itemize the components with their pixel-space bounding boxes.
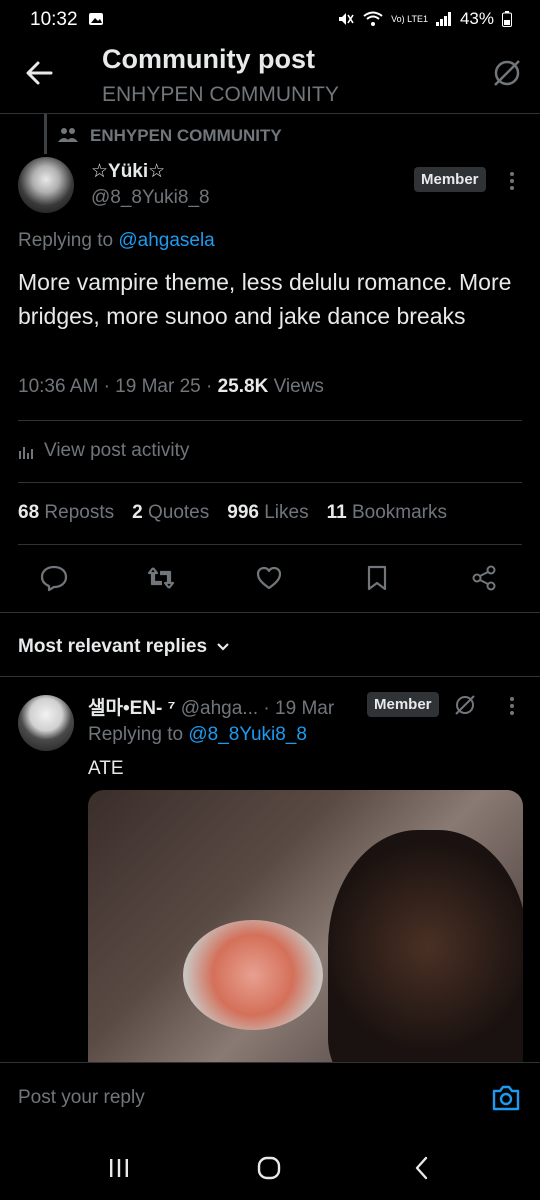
post-text: More vampire theme, less delulu romance.… bbox=[18, 269, 512, 329]
likes-stat[interactable]: 996 Likes bbox=[227, 502, 308, 524]
home-icon[interactable] bbox=[256, 1155, 282, 1181]
media-figure-shape bbox=[328, 830, 523, 1080]
bookmark-icon[interactable] bbox=[364, 564, 390, 592]
quotes-stat[interactable]: 2 Quotes bbox=[132, 502, 209, 524]
reposts-stat[interactable]: 68 Reposts bbox=[18, 502, 114, 524]
signal-icon bbox=[435, 12, 452, 26]
post-stats: 68 Reposts 2 Quotes 996 Likes 11 Bookmar… bbox=[18, 502, 447, 524]
views-count: 25.8K bbox=[217, 376, 269, 397]
mute-icon bbox=[337, 10, 355, 28]
member-badge: Member bbox=[414, 167, 486, 192]
bookmarks-label: Bookmarks bbox=[351, 502, 447, 523]
reply-community-globe-icon bbox=[452, 692, 478, 718]
author-name[interactable]: ☆Yüki☆ bbox=[91, 160, 165, 183]
likes-label: Likes bbox=[264, 502, 309, 523]
share-icon[interactable] bbox=[470, 564, 498, 592]
community-globe-icon[interactable] bbox=[490, 56, 524, 90]
wifi-icon bbox=[363, 11, 383, 27]
reply-author-avatar[interactable] bbox=[18, 695, 74, 751]
view-activity-link[interactable]: View post activity bbox=[18, 440, 189, 462]
quotes-count: 2 bbox=[132, 502, 143, 523]
back-nav-icon[interactable] bbox=[410, 1155, 434, 1181]
status-bar: 10:32 Vo) LTE1 43% bbox=[0, 0, 540, 40]
meta-divider bbox=[18, 420, 522, 421]
author-avatar[interactable] bbox=[18, 157, 74, 213]
bookmarks-count: 11 bbox=[326, 502, 347, 523]
sort-divider bbox=[0, 676, 540, 677]
reply-member-badge: Member bbox=[367, 692, 439, 717]
system-nav-bar bbox=[0, 1136, 540, 1200]
replying-prefix: Replying to bbox=[18, 230, 119, 251]
reply-header: 샐마•EN- ⁷ @ahga... · 19 Mar bbox=[88, 693, 334, 720]
gallery-icon bbox=[88, 11, 104, 27]
bookmarks-stat[interactable]: 11 Bookmarks bbox=[327, 502, 447, 524]
views-label: Views bbox=[273, 376, 324, 397]
repost-icon[interactable] bbox=[146, 564, 176, 592]
camera-icon[interactable] bbox=[490, 1083, 522, 1113]
page-subtitle: ENHYPEN COMMUNITY bbox=[102, 83, 339, 106]
network-type: Vo) LTE1 bbox=[391, 13, 428, 24]
thread-line bbox=[44, 114, 47, 154]
author-handle[interactable]: @8_8Yuki8_8 bbox=[91, 187, 210, 209]
reposts-label: Reposts bbox=[44, 502, 115, 523]
reply-input[interactable]: Post your reply bbox=[18, 1087, 145, 1109]
battery-percent: 43% bbox=[459, 9, 494, 28]
reply-media-image[interactable] bbox=[88, 790, 523, 1080]
reply-author-name[interactable]: 샐마•EN- ⁷ bbox=[88, 698, 175, 719]
reply-compose-bar: Post your reply bbox=[0, 1062, 540, 1137]
reply-author-handle[interactable]: @ahga... bbox=[181, 698, 258, 719]
reply-icon[interactable] bbox=[40, 564, 68, 592]
view-activity-label: View post activity bbox=[44, 440, 190, 461]
replies-sort-label: Most relevant replies bbox=[18, 636, 208, 657]
analytics-icon bbox=[18, 443, 36, 459]
replying-to: Replying to @ahgasela bbox=[18, 230, 215, 252]
actions-divider bbox=[0, 612, 540, 613]
recent-apps-icon[interactable] bbox=[107, 1156, 131, 1180]
reply-replying-to: Replying to @8_8Yuki8_8 bbox=[88, 724, 307, 746]
post-date: 19 Mar 25 bbox=[115, 376, 201, 397]
battery-icon bbox=[502, 11, 512, 27]
reply-replying-to-link[interactable]: @8_8Yuki8_8 bbox=[188, 724, 307, 745]
stats-divider bbox=[18, 544, 522, 545]
reply-replying-prefix: Replying to bbox=[88, 724, 189, 745]
media-hand-shape bbox=[183, 920, 323, 1030]
quotes-label: Quotes bbox=[147, 502, 210, 523]
reply-more-options-icon[interactable] bbox=[505, 695, 519, 717]
replies-sort-dropdown[interactable]: Most relevant replies bbox=[18, 636, 231, 658]
likes-count: 996 bbox=[227, 502, 259, 523]
header-divider bbox=[0, 113, 540, 114]
like-icon[interactable] bbox=[255, 564, 283, 592]
activity-divider bbox=[18, 482, 522, 483]
reply-date: · 19 Mar bbox=[263, 698, 335, 719]
more-options-icon[interactable] bbox=[505, 170, 519, 192]
post-time: 10:36 AM bbox=[18, 376, 99, 397]
community-label[interactable]: ENHYPEN COMMUNITY bbox=[90, 126, 282, 146]
reposts-count: 68 bbox=[18, 502, 40, 523]
chevron-down-icon bbox=[215, 641, 231, 653]
replying-to-link[interactable]: @ahgasela bbox=[118, 230, 214, 251]
back-button[interactable] bbox=[24, 58, 54, 88]
post-meta: 10:36 AM · 19 Mar 25 · 25.8K Views bbox=[18, 376, 324, 397]
community-members-icon bbox=[58, 127, 78, 143]
page-title: Community post bbox=[102, 44, 315, 74]
reply-text: ATE bbox=[88, 758, 124, 779]
status-time: 10:32 bbox=[30, 9, 78, 30]
